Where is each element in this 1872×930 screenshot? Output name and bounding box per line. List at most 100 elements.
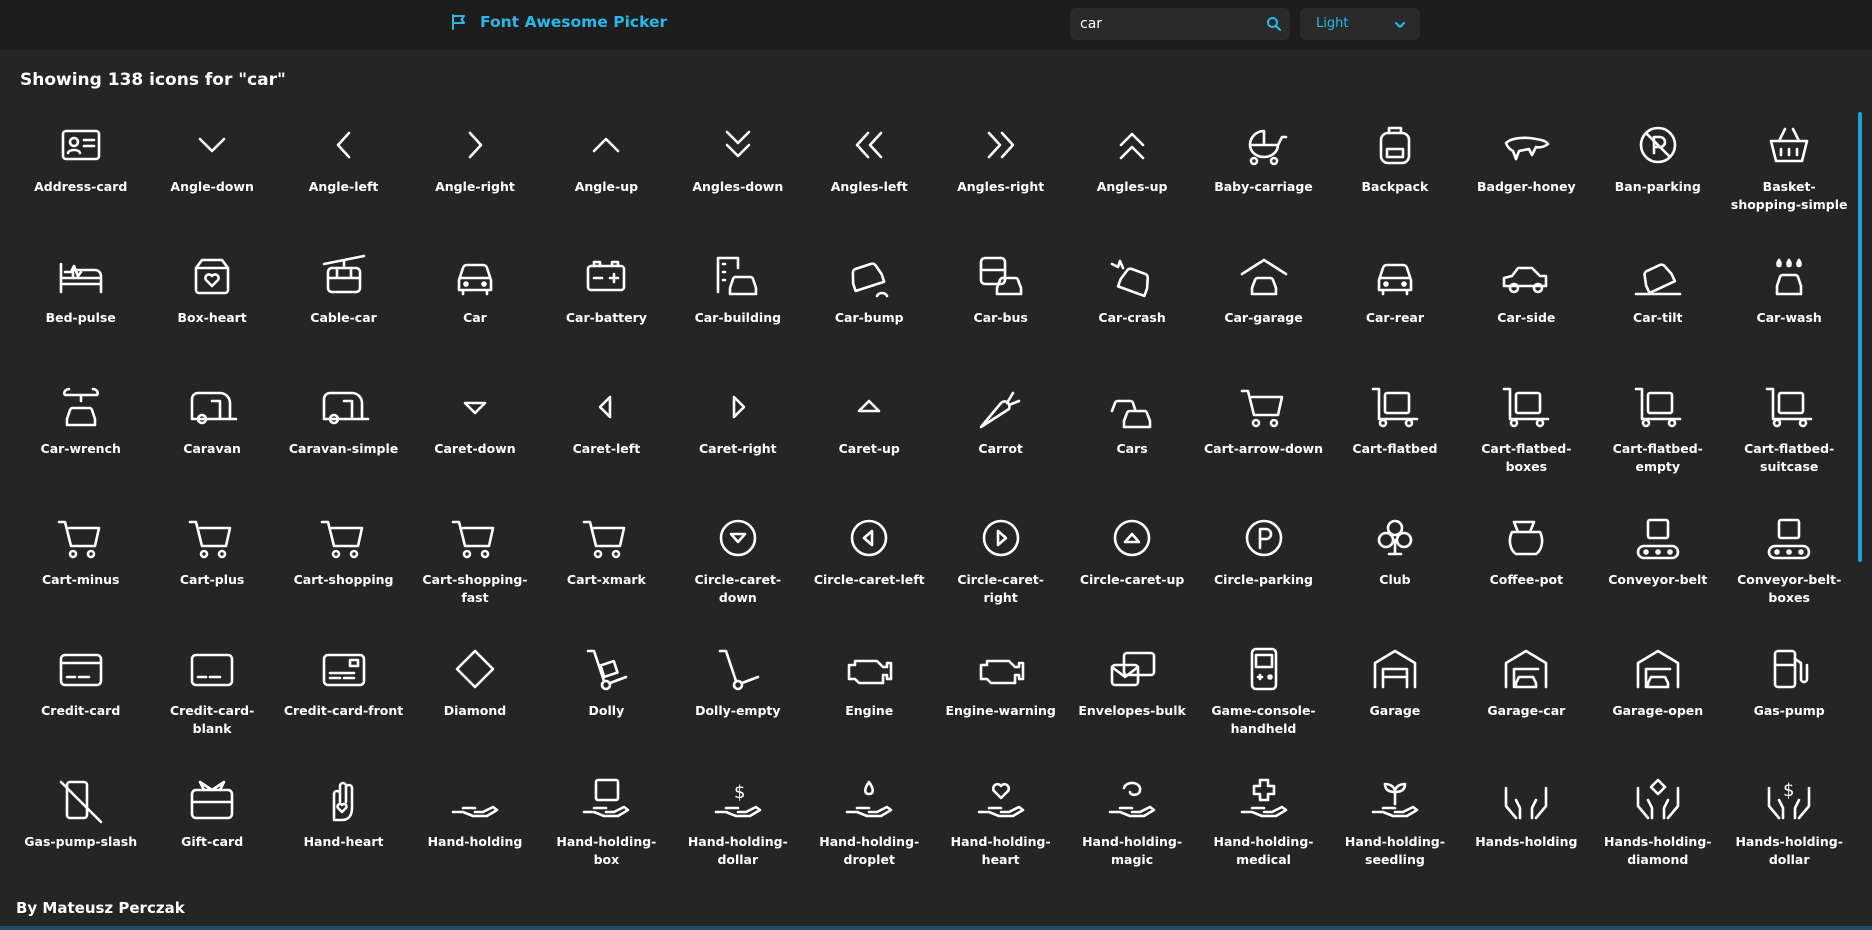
icon-tile-basket-shopping-simple[interactable]: Basket-shopping-simple <box>1723 103 1854 234</box>
search-input[interactable] <box>1070 8 1260 40</box>
icon-tile-ban-parking[interactable]: Ban-parking <box>1592 103 1723 234</box>
search-icon[interactable] <box>1266 16 1282 32</box>
icon-tile-garage[interactable]: Garage <box>1329 627 1460 758</box>
icon-tile-caravan-simple[interactable]: Caravan-simple <box>278 365 409 496</box>
icon-tile-hand-holding-box[interactable]: Hand-holding-box <box>541 758 672 889</box>
icon-tile-badger-honey[interactable]: Badger-honey <box>1461 103 1592 234</box>
icon-tile-angle-right[interactable]: Angle-right <box>409 103 540 234</box>
icon-tile-game-console-handheld[interactable]: Game-console-handheld <box>1198 627 1329 758</box>
icon-tile-address-card[interactable]: Address-card <box>15 103 146 234</box>
icon-label: Address-card <box>34 179 128 194</box>
icon-tile-hand-holding[interactable]: Hand-holding <box>409 758 540 889</box>
scrollbar[interactable] <box>1858 112 1862 562</box>
icon-tile-cart-flatbed-suitcase[interactable]: Cart-flatbed-suitcase <box>1723 365 1854 496</box>
icon-label: Carrot <box>978 441 1023 456</box>
icon-tile-engine-warning[interactable]: Engine-warning <box>935 627 1066 758</box>
icon-tile-hand-holding-droplet[interactable]: Hand-holding-droplet <box>804 758 935 889</box>
icon-label: Hands-holding <box>1475 834 1578 849</box>
icon-label: Baby-carriage <box>1214 179 1313 194</box>
icon-tile-baby-carriage[interactable]: Baby-carriage <box>1198 103 1329 234</box>
icon-tile-angles-up[interactable]: Angles-up <box>1066 103 1197 234</box>
icon-tile-cart-arrow-down[interactable]: Cart-arrow-down <box>1198 365 1329 496</box>
icon-tile-cable-car[interactable]: Cable-car <box>278 234 409 365</box>
icon-tile-angles-left[interactable]: Angles-left <box>804 103 935 234</box>
icon-tile-car-building[interactable]: Car-building <box>672 234 803 365</box>
icon-tile-circle-caret-right[interactable]: Circle-caret-right <box>935 496 1066 627</box>
icon-tile-car-wrench[interactable]: Car-wrench <box>15 365 146 496</box>
icon-tile-hands-holding-diamond[interactable]: Hands-holding-diamond <box>1592 758 1723 889</box>
icon-tile-dolly[interactable]: Dolly <box>541 627 672 758</box>
icon-tile-carrot[interactable]: Carrot <box>935 365 1066 496</box>
icon-tile-car-rear[interactable]: Car-rear <box>1329 234 1460 365</box>
icon-tile-cart-flatbed-empty[interactable]: Cart-flatbed-empty <box>1592 365 1723 496</box>
icon-tile-hand-heart[interactable]: Hand-heart <box>278 758 409 889</box>
icon-tile-caret-up[interactable]: Caret-up <box>804 365 935 496</box>
icon-tile-dolly-empty[interactable]: Dolly-empty <box>672 627 803 758</box>
icon-tile-box-heart[interactable]: Box-heart <box>146 234 277 365</box>
icon-tile-hands-holding-dollar[interactable]: $ Hands-holding-dollar <box>1723 758 1854 889</box>
icon-tile-credit-card-front[interactable]: Credit-card-front <box>278 627 409 758</box>
icon-tile-hand-holding-dollar[interactable]: $ Hand-holding-dollar <box>672 758 803 889</box>
car-rear-icon <box>1377 263 1413 296</box>
icon-tile-diamond[interactable]: Diamond <box>409 627 540 758</box>
icon-tile-credit-card-blank[interactable]: Credit-card-blank <box>146 627 277 758</box>
icon-tile-angles-right[interactable]: Angles-right <box>935 103 1066 234</box>
icon-tile-car-battery[interactable]: Car-battery <box>541 234 672 365</box>
icon-tile-angle-down[interactable]: Angle-down <box>146 103 277 234</box>
icon-tile-car-tilt[interactable]: Car-tilt <box>1592 234 1723 365</box>
icon-tile-car-wash[interactable]: Car-wash <box>1723 234 1854 365</box>
icon-tile-caret-left[interactable]: Caret-left <box>541 365 672 496</box>
svg-text:$: $ <box>1783 780 1794 801</box>
icon-tile-hands-holding[interactable]: Hands-holding <box>1461 758 1592 889</box>
icon-tile-bed-pulse[interactable]: Bed-pulse <box>15 234 146 365</box>
icon-label: Coffee-pot <box>1489 572 1564 587</box>
icon-tile-coffee-pot[interactable]: Coffee-pot <box>1461 496 1592 627</box>
icon-tile-garage-car[interactable]: Garage-car <box>1461 627 1592 758</box>
icon-tile-cart-xmark[interactable]: Cart-xmark <box>541 496 672 627</box>
icon-tile-angle-left[interactable]: Angle-left <box>278 103 409 234</box>
icon-tile-cars[interactable]: Cars <box>1066 365 1197 496</box>
icon-tile-cart-minus[interactable]: Cart-minus <box>15 496 146 627</box>
icon-tile-circle-caret-up[interactable]: Circle-caret-up <box>1066 496 1197 627</box>
icon-tile-hand-holding-heart[interactable]: Hand-holding-heart <box>935 758 1066 889</box>
icon-tile-circle-caret-down[interactable]: Circle-caret-down <box>672 496 803 627</box>
icon-tile-hand-holding-seedling[interactable]: Hand-holding-seedling <box>1329 758 1460 889</box>
icon-tile-cart-shopping-fast[interactable]: Cart-shopping-fast <box>409 496 540 627</box>
icon-tile-caret-right[interactable]: Caret-right <box>672 365 803 496</box>
icon-tile-cart-flatbed-boxes[interactable]: Cart-flatbed-boxes <box>1461 365 1592 496</box>
icon-tile-cart-flatbed[interactable]: Cart-flatbed <box>1329 365 1460 496</box>
icon-tile-angles-down[interactable]: Angles-down <box>672 103 803 234</box>
icon-tile-caret-down[interactable]: Caret-down <box>409 365 540 496</box>
icon-tile-credit-card[interactable]: Credit-card <box>15 627 146 758</box>
angles-left-icon <box>855 131 883 159</box>
icon-tile-cart-plus[interactable]: Cart-plus <box>146 496 277 627</box>
icon-tile-hand-holding-medical[interactable]: Hand-holding-medical <box>1198 758 1329 889</box>
icon-tile-gift-card[interactable]: Gift-card <box>146 758 277 889</box>
icon-tile-car-bus[interactable]: Car-bus <box>935 234 1066 365</box>
icon-tile-car[interactable]: Car <box>409 234 540 365</box>
icon-tile-engine[interactable]: Engine <box>804 627 935 758</box>
icon-tile-backpack[interactable]: Backpack <box>1329 103 1460 234</box>
icon-tile-car-bump[interactable]: Car-bump <box>804 234 935 365</box>
app-logo[interactable]: Font Awesome Picker <box>450 13 667 31</box>
icon-tile-club[interactable]: Club <box>1329 496 1460 627</box>
icon-tile-cart-shopping[interactable]: Cart-shopping <box>278 496 409 627</box>
icon-tile-hand-holding-magic[interactable]: Hand-holding-magic <box>1066 758 1197 889</box>
icon-tile-car-garage[interactable]: Car-garage <box>1198 234 1329 365</box>
icon-tile-envelopes-bulk[interactable]: Envelopes-bulk <box>1066 627 1197 758</box>
icon-tile-circle-caret-left[interactable]: Circle-caret-left <box>804 496 935 627</box>
icon-tile-car-crash[interactable]: Car-crash <box>1066 234 1197 365</box>
icon-tile-caravan[interactable]: Caravan <box>146 365 277 496</box>
icon-label: Car-wash <box>1756 310 1822 325</box>
theme-select[interactable]: Light <box>1300 8 1420 40</box>
icon-tile-circle-parking[interactable]: Circle-parking <box>1198 496 1329 627</box>
cable-car-icon <box>322 254 365 294</box>
icon-label: Caret-left <box>572 441 641 456</box>
icon-tile-car-side[interactable]: Car-side <box>1461 234 1592 365</box>
icon-tile-conveyor-belt-boxes[interactable]: Conveyor-belt-boxes <box>1723 496 1854 627</box>
icon-tile-conveyor-belt[interactable]: Conveyor-belt <box>1592 496 1723 627</box>
icon-tile-angle-up[interactable]: Angle-up <box>541 103 672 234</box>
icon-tile-garage-open[interactable]: Garage-open <box>1592 627 1723 758</box>
icon-tile-gas-pump-slash[interactable]: Gas-pump-slash <box>15 758 146 889</box>
icon-tile-gas-pump[interactable]: Gas-pump <box>1723 627 1854 758</box>
